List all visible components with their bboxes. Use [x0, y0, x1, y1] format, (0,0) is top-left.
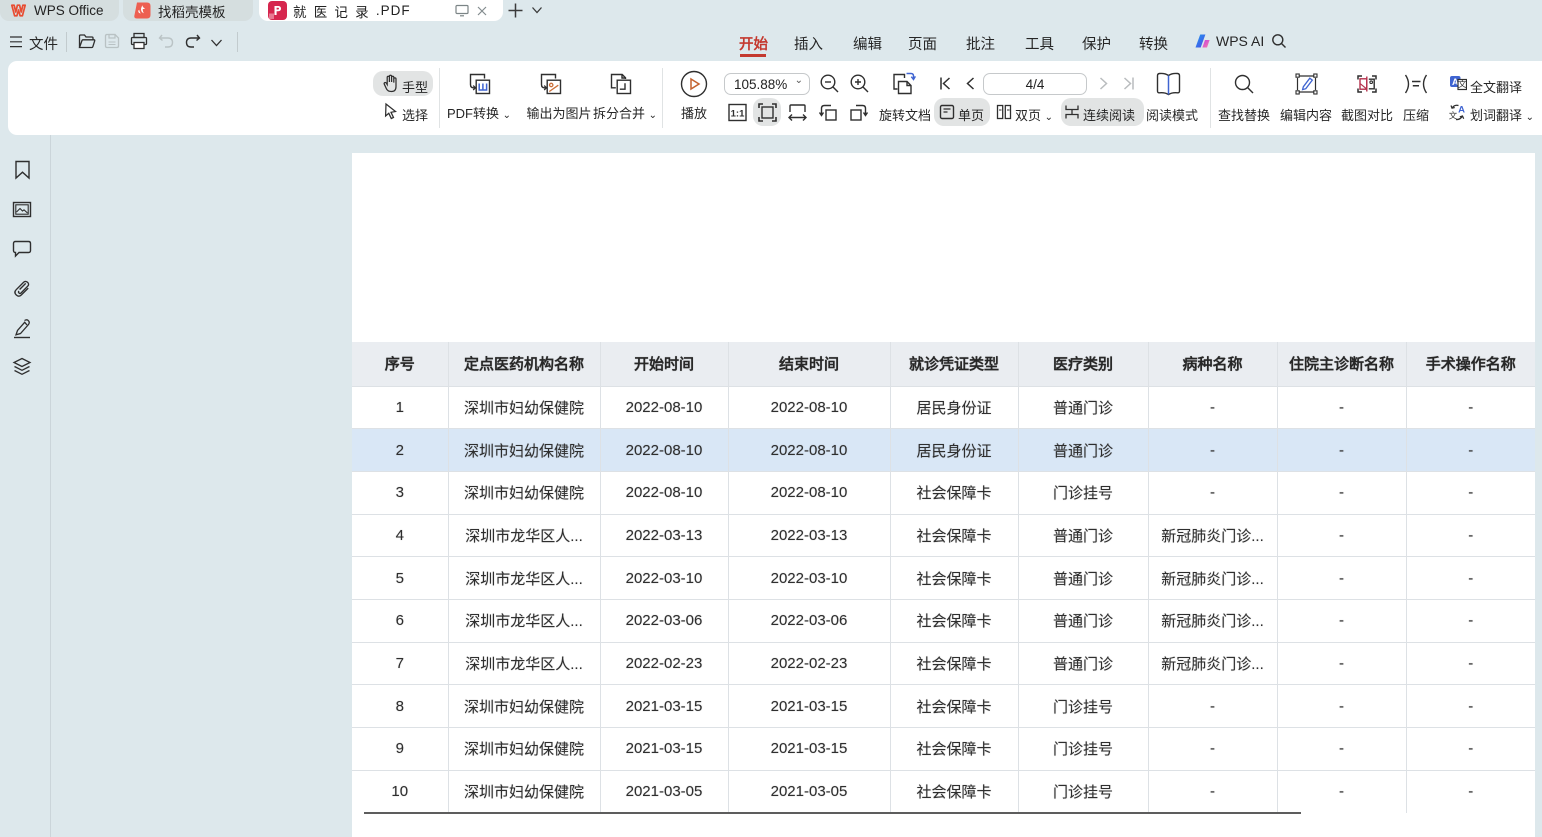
svg-text:A: A [1458, 105, 1465, 116]
svg-text:文: 文 [1458, 79, 1467, 89]
svg-text:1:1: 1:1 [731, 109, 745, 120]
svg-text:文: 文 [1449, 111, 1458, 121]
